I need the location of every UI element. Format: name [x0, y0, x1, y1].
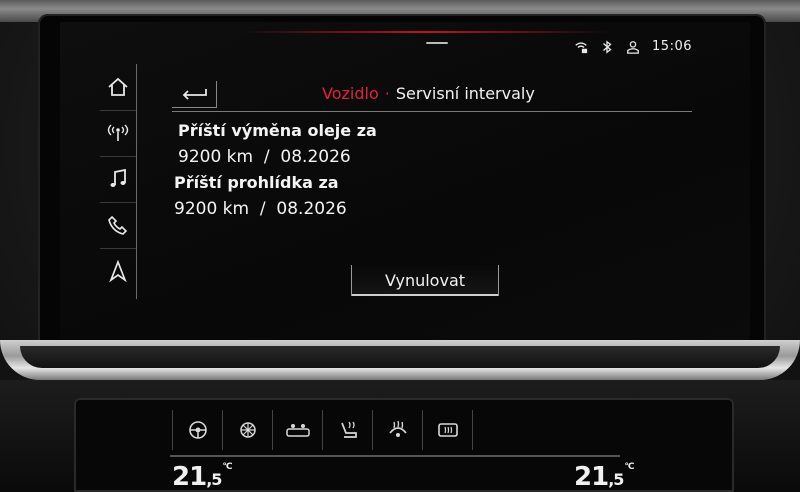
climate-button-seat-heat[interactable]: [322, 410, 372, 450]
nav-item-home[interactable]: [100, 64, 136, 111]
seat-heat-icon: [340, 421, 357, 438]
accent-line: [240, 31, 610, 33]
trim-shadow: [20, 346, 780, 368]
navigation-arrow-icon: [109, 260, 127, 282]
back-arrow-icon: [182, 89, 207, 100]
temp-left-unit: °C: [222, 462, 232, 472]
breadcrumb-vehicle[interactable]: Vozidlo: [322, 84, 379, 103]
bluetooth-icon: [603, 39, 612, 54]
climate-screen: 21,5°C 21,5°C: [74, 398, 734, 492]
radio-antenna-icon: [107, 124, 129, 141]
status-bar: 15:06: [574, 39, 692, 54]
rear-window-defrost-icon: [437, 423, 458, 437]
reset-button[interactable]: Vynulovat: [351, 265, 499, 296]
wifi-lock-icon: [575, 41, 588, 53]
climate-button-steering-heat-2[interactable]: [372, 410, 422, 450]
temp-left[interactable]: 21,5°C: [172, 462, 233, 492]
phone-icon: [108, 215, 128, 235]
oil-change-label: Příští výměna oleje za: [178, 121, 377, 140]
temp-left-decimal: ,5: [206, 470, 222, 489]
inspection-info: Příští prohlídka za 9200 km / 08.2026: [174, 172, 347, 220]
climate-button-rear-defrost[interactable]: [422, 410, 473, 450]
music-note-icon: [110, 168, 126, 187]
climate-button-steering-heat[interactable]: [172, 410, 222, 450]
climate-button-seat-ventilation[interactable]: [222, 410, 272, 450]
nav-item-radio[interactable]: [100, 110, 136, 157]
climate-divider: [170, 455, 620, 457]
seat-ventilation-icon: [239, 422, 256, 438]
temp-left-value: 21: [172, 462, 207, 492]
climate-button-rear-seat[interactable]: [272, 410, 322, 450]
clock: 15:06: [652, 39, 692, 54]
back-button[interactable]: [172, 81, 217, 108]
left-nav-bar: [100, 64, 137, 299]
page-title: Servisní intervaly: [395, 84, 535, 103]
oil-change-info: Příští výměna oleje za 9200 km / 08.2026: [178, 120, 377, 168]
temp-right-unit: °C: [624, 462, 634, 472]
home-icon: [108, 77, 128, 96]
steering-wheel-heat-icon: [188, 421, 207, 439]
temp-right-decimal: ,5: [608, 470, 624, 489]
inspection-label: Příští prohlídka za: [174, 173, 339, 192]
user-profile-icon[interactable]: [626, 40, 640, 54]
infotainment-screen: 15:06 Vozidlo · Servisní intervaly Příšt…: [60, 22, 750, 344]
nav-item-phone[interactable]: [100, 202, 136, 249]
steering-heat-icon: [388, 420, 407, 437]
pull-down-handle[interactable]: [426, 42, 448, 44]
header-divider: [172, 111, 692, 112]
breadcrumb: Vozidlo · Servisní intervaly: [322, 84, 535, 103]
climate-icon-row: [172, 410, 473, 450]
nav-item-navigation[interactable]: [100, 248, 136, 294]
nav-item-media[interactable]: [100, 156, 136, 203]
oil-change-value: 9200 km / 08.2026: [178, 147, 351, 167]
inspection-value: 9200 km / 08.2026: [174, 199, 347, 219]
temp-right-value: 21: [574, 462, 609, 492]
breadcrumb-separator: ·: [384, 84, 390, 103]
temp-right[interactable]: 21,5°C: [574, 462, 635, 492]
rear-seat-icon: [285, 424, 310, 437]
